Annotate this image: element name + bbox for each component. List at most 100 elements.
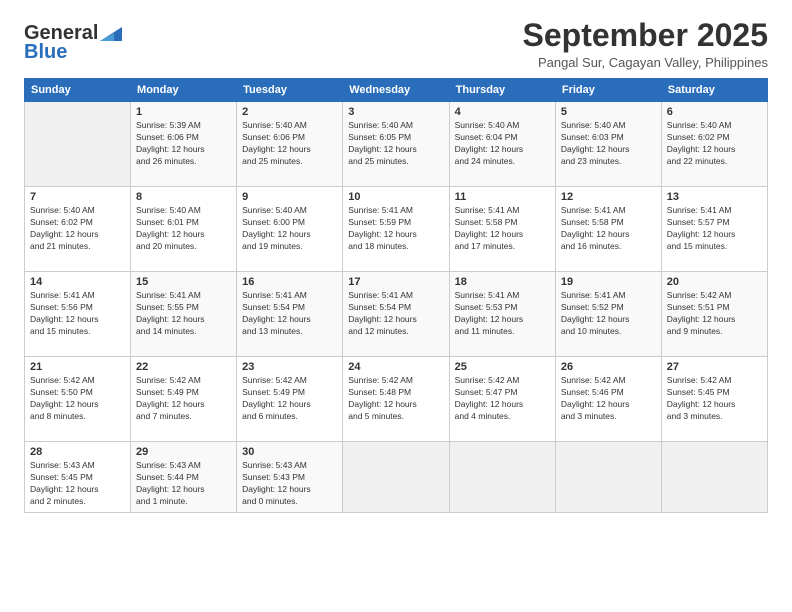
title-block: September 2025 Pangal Sur, Cagayan Valle… bbox=[523, 18, 768, 70]
table-row: 15 Sunrise: 5:41 AMSunset: 5:55 PMDayligh… bbox=[131, 272, 237, 357]
table-row: 19 Sunrise: 5:41 AMSunset: 5:52 PMDayligh… bbox=[555, 272, 661, 357]
calendar-table: Sunday Monday Tuesday Wednesday Thursday… bbox=[24, 78, 768, 513]
day-number: 11 bbox=[455, 191, 550, 203]
table-row: 5 Sunrise: 5:40 AMSunset: 6:03 PMDaylight… bbox=[555, 102, 661, 187]
subtitle: Pangal Sur, Cagayan Valley, Philippines bbox=[523, 55, 768, 70]
day-info: Sunrise: 5:42 AMSunset: 5:47 PMDaylight:… bbox=[455, 375, 550, 423]
month-title: September 2025 bbox=[523, 18, 768, 53]
table-row: 25 Sunrise: 5:42 AMSunset: 5:47 PMDayligh… bbox=[449, 357, 555, 442]
day-info: Sunrise: 5:39 AMSunset: 6:06 PMDaylight:… bbox=[136, 120, 231, 168]
day-info: Sunrise: 5:41 AMSunset: 5:53 PMDaylight:… bbox=[455, 290, 550, 338]
day-number: 26 bbox=[561, 361, 656, 373]
day-info: Sunrise: 5:43 AMSunset: 5:43 PMDaylight:… bbox=[242, 460, 337, 508]
page: General Blue September 2025 Pangal Sur, … bbox=[0, 0, 792, 612]
day-info: Sunrise: 5:41 AMSunset: 5:56 PMDaylight:… bbox=[30, 290, 125, 338]
day-number: 9 bbox=[242, 191, 337, 203]
table-row: 11 Sunrise: 5:41 AMSunset: 5:58 PMDayligh… bbox=[449, 187, 555, 272]
day-info: Sunrise: 5:41 AMSunset: 5:52 PMDaylight:… bbox=[561, 290, 656, 338]
col-thursday: Thursday bbox=[449, 79, 555, 102]
day-number: 7 bbox=[30, 191, 125, 203]
logo-icon bbox=[100, 23, 122, 41]
logo: General Blue bbox=[24, 22, 122, 64]
col-tuesday: Tuesday bbox=[237, 79, 343, 102]
day-info: Sunrise: 5:42 AMSunset: 5:46 PMDaylight:… bbox=[561, 375, 656, 423]
table-row: 7 Sunrise: 5:40 AMSunset: 6:02 PMDaylight… bbox=[25, 187, 131, 272]
col-saturday: Saturday bbox=[661, 79, 767, 102]
day-number: 23 bbox=[242, 361, 337, 373]
day-info: Sunrise: 5:40 AMSunset: 6:04 PMDaylight:… bbox=[455, 120, 550, 168]
day-number: 18 bbox=[455, 276, 550, 288]
day-info: Sunrise: 5:41 AMSunset: 5:54 PMDaylight:… bbox=[242, 290, 337, 338]
day-number: 16 bbox=[242, 276, 337, 288]
table-row: 10 Sunrise: 5:41 AMSunset: 5:59 PMDayligh… bbox=[343, 187, 449, 272]
day-info: Sunrise: 5:40 AMSunset: 6:05 PMDaylight:… bbox=[348, 120, 443, 168]
day-info: Sunrise: 5:40 AMSunset: 6:00 PMDaylight:… bbox=[242, 205, 337, 253]
table-row: 13 Sunrise: 5:41 AMSunset: 5:57 PMDayligh… bbox=[661, 187, 767, 272]
day-info: Sunrise: 5:40 AMSunset: 6:02 PMDaylight:… bbox=[667, 120, 762, 168]
day-info: Sunrise: 5:40 AMSunset: 6:03 PMDaylight:… bbox=[561, 120, 656, 168]
day-number: 30 bbox=[242, 446, 337, 458]
table-row: 20 Sunrise: 5:42 AMSunset: 5:51 PMDayligh… bbox=[661, 272, 767, 357]
table-row bbox=[555, 442, 661, 513]
day-info: Sunrise: 5:41 AMSunset: 5:58 PMDaylight:… bbox=[561, 205, 656, 253]
table-row: 6 Sunrise: 5:40 AMSunset: 6:02 PMDaylight… bbox=[661, 102, 767, 187]
day-info: Sunrise: 5:40 AMSunset: 6:06 PMDaylight:… bbox=[242, 120, 337, 168]
day-number: 28 bbox=[30, 446, 125, 458]
table-row: 3Sunrise: 5:40 AMSunset: 6:05 PMDaylight… bbox=[343, 102, 449, 187]
table-row: 8Sunrise: 5:40 AMSunset: 6:01 PMDaylight… bbox=[131, 187, 237, 272]
table-row: 9 Sunrise: 5:40 AMSunset: 6:00 PMDaylight… bbox=[237, 187, 343, 272]
day-number: 4 bbox=[455, 106, 550, 118]
day-number: 24 bbox=[348, 361, 443, 373]
col-sunday: Sunday bbox=[25, 79, 131, 102]
day-number: 10 bbox=[348, 191, 443, 203]
day-number: 29 bbox=[136, 446, 231, 458]
day-info: Sunrise: 5:42 AMSunset: 5:45 PMDaylight:… bbox=[667, 375, 762, 423]
table-row: 29Sunrise: 5:43 AMSunset: 5:44 PMDayligh… bbox=[131, 442, 237, 513]
header: General Blue September 2025 Pangal Sur, … bbox=[24, 18, 768, 70]
day-info: Sunrise: 5:41 AMSunset: 5:54 PMDaylight:… bbox=[348, 290, 443, 338]
day-info: Sunrise: 5:42 AMSunset: 5:51 PMDaylight:… bbox=[667, 290, 762, 338]
day-number: 13 bbox=[667, 191, 762, 203]
table-row: 14 Sunrise: 5:41 AMSunset: 5:56 PMDayligh… bbox=[25, 272, 131, 357]
day-number: 2 bbox=[242, 106, 337, 118]
day-info: Sunrise: 5:42 AMSunset: 5:49 PMDaylight:… bbox=[136, 375, 231, 423]
table-row: 26 Sunrise: 5:42 AMSunset: 5:46 PMDayligh… bbox=[555, 357, 661, 442]
table-row: 21 Sunrise: 5:42 AMSunset: 5:50 PMDayligh… bbox=[25, 357, 131, 442]
table-row: 16 Sunrise: 5:41 AMSunset: 5:54 PMDayligh… bbox=[237, 272, 343, 357]
table-row: 27Sunrise: 5:42 AMSunset: 5:45 PMDayligh… bbox=[661, 357, 767, 442]
day-number: 17 bbox=[348, 276, 443, 288]
day-number: 6 bbox=[667, 106, 762, 118]
col-friday: Friday bbox=[555, 79, 661, 102]
day-info: Sunrise: 5:41 AMSunset: 5:59 PMDaylight:… bbox=[348, 205, 443, 253]
table-row bbox=[343, 442, 449, 513]
header-row: Sunday Monday Tuesday Wednesday Thursday… bbox=[25, 79, 768, 102]
day-number: 12 bbox=[561, 191, 656, 203]
day-number: 20 bbox=[667, 276, 762, 288]
table-row: 30 Sunrise: 5:43 AMSunset: 5:43 PMDayligh… bbox=[237, 442, 343, 513]
day-info: Sunrise: 5:40 AMSunset: 6:02 PMDaylight:… bbox=[30, 205, 125, 253]
day-number: 21 bbox=[30, 361, 125, 373]
table-row: 22Sunrise: 5:42 AMSunset: 5:49 PMDayligh… bbox=[131, 357, 237, 442]
day-info: Sunrise: 5:42 AMSunset: 5:50 PMDaylight:… bbox=[30, 375, 125, 423]
day-number: 15 bbox=[136, 276, 231, 288]
day-number: 19 bbox=[561, 276, 656, 288]
table-row: 2 Sunrise: 5:40 AMSunset: 6:06 PMDaylight… bbox=[237, 102, 343, 187]
day-info: Sunrise: 5:41 AMSunset: 5:58 PMDaylight:… bbox=[455, 205, 550, 253]
day-info: Sunrise: 5:43 AMSunset: 5:45 PMDaylight:… bbox=[30, 460, 125, 508]
day-info: Sunrise: 5:41 AMSunset: 5:57 PMDaylight:… bbox=[667, 205, 762, 253]
table-row: 28 Sunrise: 5:43 AMSunset: 5:45 PMDayligh… bbox=[25, 442, 131, 513]
day-number: 25 bbox=[455, 361, 550, 373]
logo-blue: Blue bbox=[24, 41, 67, 64]
day-info: Sunrise: 5:41 AMSunset: 5:55 PMDaylight:… bbox=[136, 290, 231, 338]
col-wednesday: Wednesday bbox=[343, 79, 449, 102]
day-number: 5 bbox=[561, 106, 656, 118]
table-row bbox=[25, 102, 131, 187]
day-number: 1 bbox=[136, 106, 231, 118]
table-row bbox=[661, 442, 767, 513]
table-row: 18 Sunrise: 5:41 AMSunset: 5:53 PMDayligh… bbox=[449, 272, 555, 357]
day-number: 14 bbox=[30, 276, 125, 288]
day-info: Sunrise: 5:42 AMSunset: 5:48 PMDaylight:… bbox=[348, 375, 443, 423]
table-row: 23Sunrise: 5:42 AMSunset: 5:49 PMDayligh… bbox=[237, 357, 343, 442]
table-row: 4 Sunrise: 5:40 AMSunset: 6:04 PMDaylight… bbox=[449, 102, 555, 187]
day-number: 8 bbox=[136, 191, 231, 203]
